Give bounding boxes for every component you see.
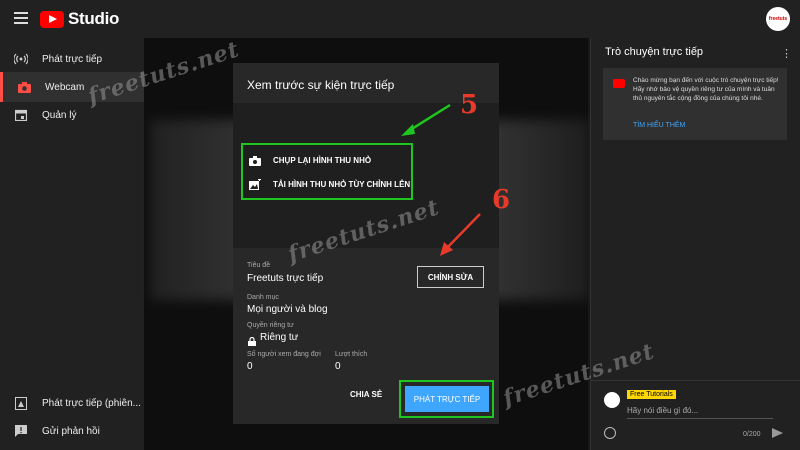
feedback-icon <box>14 424 28 438</box>
character-counter: 0/200 <box>743 431 761 438</box>
title-label: Tiêu đề <box>247 262 271 269</box>
legacy-icon <box>14 396 28 410</box>
welcome-text: Chào mừng bạn đến với cuộc trò chuyện tr… <box>633 77 779 102</box>
account-avatar[interactable]: freetuts <box>766 7 790 31</box>
category-value: Mọi người và blog <box>247 304 328 315</box>
top-bar: Studio freetuts <box>0 0 800 38</box>
hamburger-menu-icon[interactable] <box>14 12 28 24</box>
viewers-label: Số người xem đang đợi <box>247 351 321 358</box>
lock-icon <box>248 333 256 346</box>
chat-welcome-message: Chào mừng bạn đến với cuộc trò chuyện tr… <box>603 68 787 140</box>
sidebar-item-label: Phát trực tiếp <box>42 53 103 65</box>
calendar-icon <box>14 108 28 122</box>
viewers-value: 0 <box>247 361 253 372</box>
category-label: Danh mục <box>247 294 279 301</box>
step-number-6: 6 <box>492 185 511 215</box>
learn-more-link[interactable]: TÌM HIỂU THÊM <box>633 122 685 129</box>
highlight-box-go-live <box>399 380 494 418</box>
emoji-icon[interactable] <box>604 427 616 439</box>
likes-value: 0 <box>335 361 341 372</box>
chat-title: Trò chuyện trực tiếp <box>605 46 704 58</box>
avatar-text: freetuts <box>768 16 788 22</box>
sidebar-item-label: Quản lý <box>42 109 77 121</box>
more-options-icon[interactable]: ⋮ <box>781 47 792 60</box>
edit-button[interactable]: CHỈNH SỬA <box>417 266 484 288</box>
step-number-5: 5 <box>460 90 479 120</box>
logo-text: Studio <box>68 9 120 28</box>
sidebar-item-feedback[interactable]: Gửi phản hồi <box>0 416 144 446</box>
highlight-box-thumbnail-options <box>241 143 413 200</box>
sidebar-item-label: Webcam <box>45 81 85 93</box>
camera-icon <box>17 80 31 94</box>
stream-title: Freetuts trực tiếp <box>247 273 324 284</box>
share-button[interactable]: CHIA SẺ <box>350 390 382 399</box>
studio-logo[interactable]: Studio <box>40 9 119 29</box>
sidebar-item-label: Phát trực tiếp (phiên... <box>42 397 141 409</box>
chat-user-avatar <box>604 392 620 408</box>
youtube-icon <box>613 79 625 88</box>
send-icon[interactable] <box>772 428 783 438</box>
dialog-title: Xem trước sự kiện trực tiếp <box>247 78 395 92</box>
chat-username-badge: Free Tutorials <box>627 390 676 399</box>
likes-label: Lượt thích <box>335 351 368 358</box>
sidebar-item-manage[interactable]: Quản lý <box>0 100 144 130</box>
chat-message-input[interactable]: Hãy nói điều gì đó... <box>627 406 773 419</box>
privacy-value: Riêng tư <box>260 332 299 343</box>
sidebar-item-live-legacy[interactable]: Phát trực tiếp (phiên... <box>0 388 144 418</box>
sidebar-item-live[interactable]: Phát trực tiếp <box>0 44 144 74</box>
green-arrow-icon <box>401 103 451 136</box>
broadcast-icon <box>14 52 28 66</box>
sidebar-item-label: Gửi phản hồi <box>42 425 100 437</box>
privacy-label: Quyền riêng tư <box>247 322 294 329</box>
youtube-logo-icon <box>40 10 64 28</box>
